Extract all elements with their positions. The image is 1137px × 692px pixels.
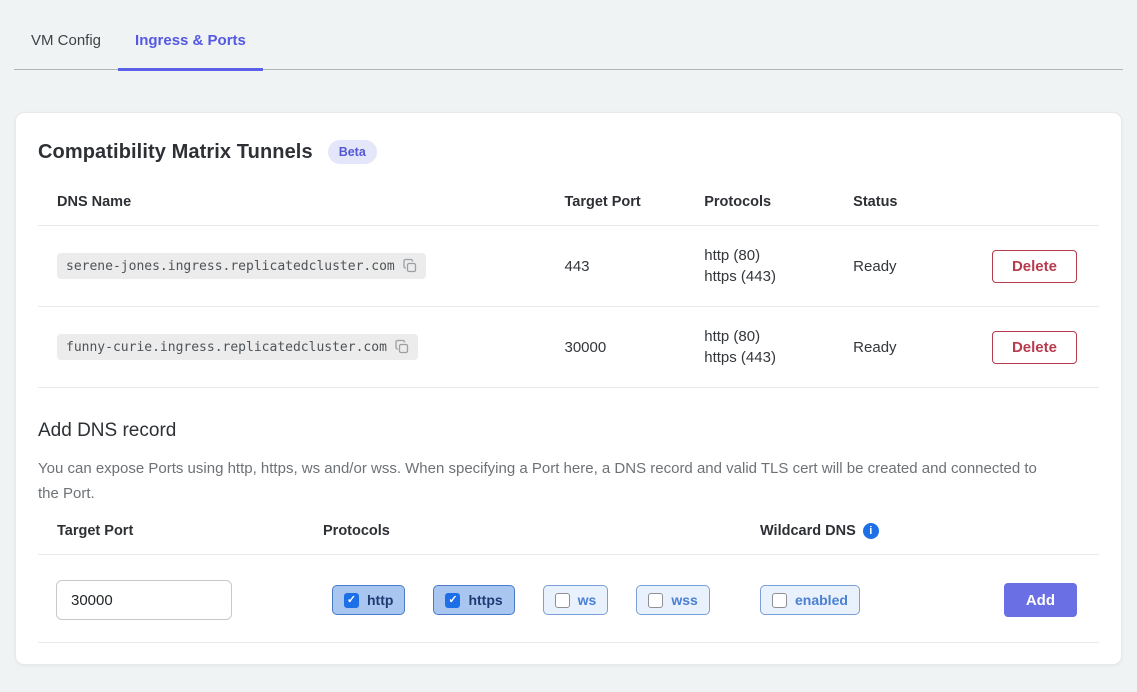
checkbox-box: ✓ — [555, 593, 570, 608]
table-row: serene-jones.ingress.replicatedcluster.c… — [38, 226, 1099, 307]
checkbox-label: wss — [671, 592, 697, 608]
card-title-row: Compatibility Matrix Tunnels Beta — [38, 140, 1099, 164]
add-button[interactable]: Add — [1004, 583, 1077, 617]
tunnels-table: DNS Name Target Port Protocols Status se… — [38, 176, 1099, 388]
add-dns-heading: Add DNS record — [38, 420, 1099, 442]
add-dns-form-header: Target Port Protocols Wildcard DNS i — [38, 523, 1099, 555]
tab-bar: VM Config Ingress & Ports — [14, 0, 1123, 70]
tab-ingress-ports[interactable]: Ingress & Ports — [118, 32, 263, 71]
table-header-row: DNS Name Target Port Protocols Status — [38, 176, 1099, 226]
target-port-value: 443 — [564, 226, 704, 307]
col-header-status: Status — [853, 176, 992, 226]
col-header-target-port: Target Port — [564, 176, 704, 226]
form-col-header-protocols: Protocols — [323, 523, 760, 539]
beta-badge: Beta — [328, 140, 377, 164]
target-port-value: 30000 — [564, 307, 704, 388]
dns-name-value: serene-jones.ingress.replicatedcluster.c… — [57, 253, 426, 279]
protocol-value: https (443) — [704, 266, 853, 287]
dns-name-text: funny-curie.ingress.replicatedcluster.co… — [66, 340, 387, 355]
protocol-value: http (80) — [704, 326, 853, 347]
checkbox-box: ✓ — [445, 593, 460, 608]
check-icon: ✓ — [347, 595, 356, 606]
add-dns-form-row: ✓ http ✓ https ✓ ws — [38, 555, 1099, 643]
copy-icon[interactable] — [394, 339, 410, 355]
form-col-header-wildcard-dns: Wildcard DNS — [760, 523, 856, 539]
table-row: funny-curie.ingress.replicatedcluster.co… — [38, 307, 1099, 388]
col-header-actions — [992, 176, 1099, 226]
form-col-header-target-port: Target Port — [38, 523, 323, 539]
checkbox-label: ws — [578, 592, 597, 608]
check-icon: ✓ — [448, 595, 457, 606]
col-header-protocols: Protocols — [704, 176, 853, 226]
checkbox-http[interactable]: ✓ http — [332, 585, 405, 615]
protocol-checkbox-group: ✓ http ✓ https ✓ ws — [323, 585, 760, 615]
col-header-dns-name: DNS Name — [38, 176, 564, 226]
checkbox-wildcard-enabled[interactable]: ✓ enabled — [760, 585, 860, 615]
checkbox-box: ✓ — [648, 593, 663, 608]
checkbox-box: ✓ — [772, 593, 787, 608]
checkbox-label: https — [468, 592, 502, 608]
dns-name-text: serene-jones.ingress.replicatedcluster.c… — [66, 259, 395, 274]
status-value: Ready — [853, 307, 992, 388]
checkbox-label: enabled — [795, 592, 848, 608]
checkbox-wss[interactable]: ✓ wss — [636, 585, 709, 615]
info-icon[interactable]: i — [863, 523, 879, 539]
card-title: Compatibility Matrix Tunnels — [38, 141, 313, 164]
target-port-input[interactable] — [56, 580, 232, 620]
copy-icon[interactable] — [402, 258, 418, 274]
add-dns-description: You can expose Ports using http, https, … — [38, 456, 1048, 506]
dns-name-value: funny-curie.ingress.replicatedcluster.co… — [57, 334, 418, 360]
delete-button[interactable]: Delete — [992, 250, 1077, 283]
checkbox-label: http — [367, 592, 393, 608]
checkbox-https[interactable]: ✓ https — [433, 585, 514, 615]
protocol-value: http (80) — [704, 245, 853, 266]
checkbox-box: ✓ — [344, 593, 359, 608]
protocol-value: https (443) — [704, 347, 853, 368]
tunnels-card: Compatibility Matrix Tunnels Beta DNS Na… — [15, 112, 1122, 665]
status-value: Ready — [853, 226, 992, 307]
delete-button[interactable]: Delete — [992, 331, 1077, 364]
tab-vm-config[interactable]: VM Config — [14, 32, 118, 71]
checkbox-ws[interactable]: ✓ ws — [543, 585, 609, 615]
